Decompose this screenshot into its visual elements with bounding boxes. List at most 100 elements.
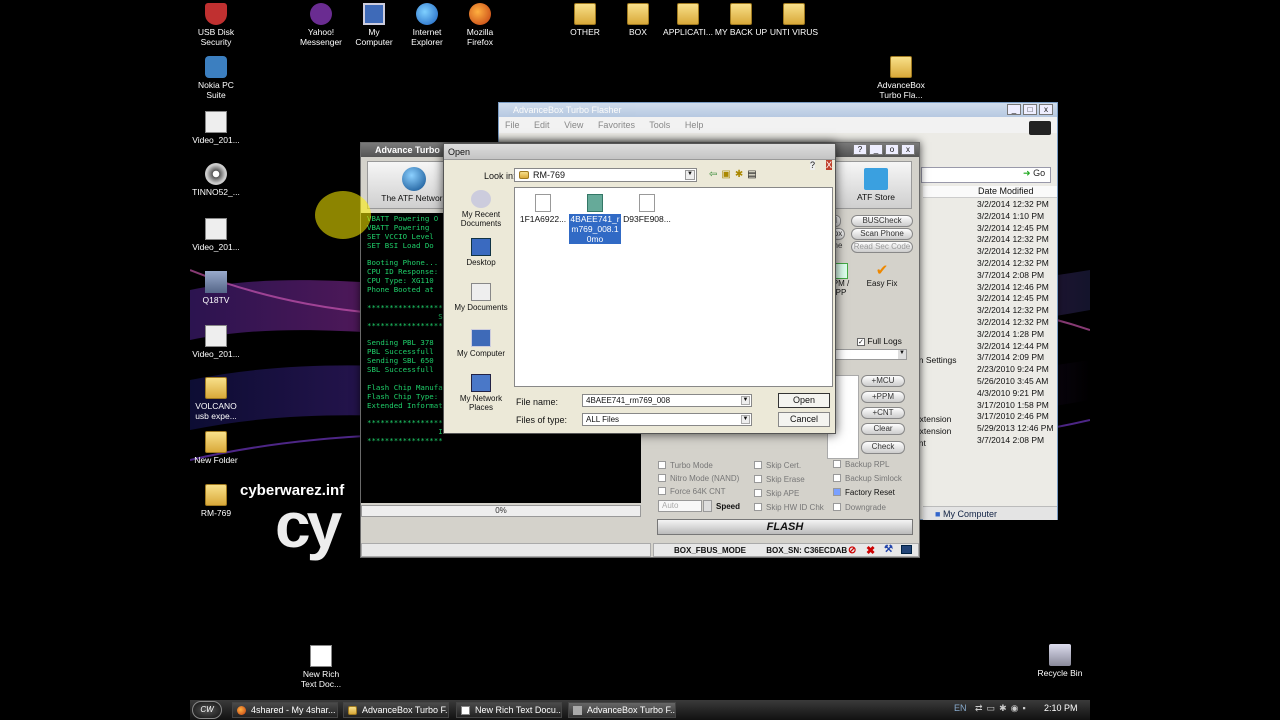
desktop-icon-video-1[interactable]: Video_201... — [190, 111, 249, 145]
close-button[interactable]: X — [825, 160, 832, 170]
maximize-button[interactable]: □ — [1023, 104, 1037, 115]
stop-icon[interactable]: ⊘ — [848, 545, 856, 556]
cancel-x-icon[interactable]: ✖ — [866, 544, 875, 557]
tray-icon[interactable]: ⇄ — [975, 703, 987, 713]
desktop-icon-tinno52[interactable]: TINNO52_... — [190, 163, 249, 197]
bus-check-button[interactable]: BUSCheck — [851, 215, 913, 227]
plus-ppm-button[interactable]: +PPM — [861, 391, 905, 403]
taskbar-item-rich-text[interactable]: New Rich Text Docu... — [456, 702, 562, 718]
go-button[interactable]: ➜ Go — [1023, 168, 1045, 179]
desktop-icon-volcano[interactable]: VOLCANO usb expe... — [190, 377, 249, 421]
atf-help-button[interactable]: ? — [853, 144, 867, 155]
menu-file[interactable]: File — [505, 120, 520, 130]
fragment-dropdown[interactable] — [827, 349, 907, 360]
menu-favorites[interactable]: Favorites — [598, 120, 635, 130]
explorer-window-controls: _ □ x — [1005, 104, 1053, 115]
language-indicator[interactable]: EN — [954, 703, 967, 713]
tools-icon[interactable]: ⚒ — [884, 544, 893, 555]
start-button[interactable]: CW — [192, 701, 222, 719]
plus-cnt-button[interactable]: +CNT — [861, 407, 905, 419]
network-icon[interactable]: ▭ — [987, 703, 1000, 713]
menu-view[interactable]: View — [564, 120, 583, 130]
desktop-icon-q18tv[interactable]: Q18TV — [190, 271, 249, 305]
desktop-icon-video-2[interactable]: Video_201... — [190, 218, 249, 252]
full-logs-checkbox[interactable]: ✓ Full Logs — [857, 336, 902, 346]
file-name-input[interactable]: 4BAEE741_rm769_008 ▼ — [582, 394, 752, 407]
atf-minimize-button[interactable]: _ — [869, 144, 883, 155]
check-button[interactable]: Check — [861, 441, 905, 454]
tray-app-icon[interactable]: ▪ — [1022, 703, 1029, 713]
desktop-icon-recycle-bin[interactable]: Recycle Bin — [1027, 644, 1090, 678]
open-dialog-titlebar[interactable]: Open — [444, 144, 835, 160]
taskbar-item-atf-app[interactable]: AdvanceBox Turbo F... — [568, 702, 676, 718]
taskbar-item-firefox[interactable]: 4shared - My 4shar... — [232, 702, 338, 718]
volume-icon[interactable]: ◉ — [1011, 703, 1023, 713]
option-factory-reset[interactable]: Factory Reset — [833, 488, 895, 497]
explorer-title[interactable]: AdvanceBox Turbo Flasher — [499, 103, 1057, 117]
desktop-icon-usb-disk-security[interactable]: USB Disk Security — [190, 3, 249, 47]
desktop-icon-advancebox-turbo-flasher[interactable]: AdvanceBox Turbo Fla... — [868, 56, 934, 100]
files-of-type-select[interactable]: ALL Files ▼ — [582, 413, 752, 426]
option-backup-rpl[interactable]: Backup RPL — [833, 460, 889, 469]
look-in-dropdown[interactable]: RM-769 ▼ — [514, 168, 697, 182]
flash-button[interactable]: FLASH — [657, 519, 913, 535]
bluetooth-icon[interactable]: ✱ — [999, 703, 1011, 713]
open-file-dialog[interactable]: Open ? X Look in: RM-769 ▼ ⇦▣✱▤ My Recent… — [443, 143, 836, 434]
option-turbo-mode[interactable]: Turbo Mode — [658, 461, 713, 470]
close-button[interactable]: x — [1039, 104, 1053, 115]
desktop-icon-new-folder[interactable]: New Folder — [190, 431, 249, 465]
help-button[interactable]: ? — [809, 160, 815, 170]
option-skip-hw-id-chk[interactable]: Skip HW ID Chk — [754, 503, 824, 512]
date-modified-column-header[interactable]: Date Modified — [923, 186, 1057, 198]
file-list[interactable]: 1F1A6922... 4BAEE741_r m769_008.1 0mo D9… — [514, 187, 833, 387]
new-folder-icon[interactable]: ✱ — [735, 169, 747, 180]
speed-field[interactable]: Auto — [658, 500, 702, 512]
chevron-down-icon: ▼ — [741, 415, 750, 424]
atf-store-button[interactable]: ATF Store — [846, 164, 906, 208]
scan-phone-button[interactable]: Scan Phone — [851, 228, 913, 240]
option-nitro-mode[interactable]: Nitro Mode (NAND) — [658, 474, 739, 483]
screen-icon[interactable] — [901, 545, 912, 554]
option-backup-simlock[interactable]: Backup Simlock — [833, 474, 902, 483]
clock[interactable]: 2:10 PM — [1044, 703, 1078, 713]
option-skip-erase[interactable]: Skip Erase — [754, 475, 805, 484]
back-arrow-icon[interactable]: ⇦ — [709, 169, 721, 180]
menu-edit[interactable]: Edit — [534, 120, 550, 130]
file-item[interactable]: 1F1A6922... — [517, 194, 569, 224]
place-my-documents[interactable]: My Documents — [452, 283, 510, 312]
option-force-64k-cnt[interactable]: Force 64K CNT — [658, 487, 726, 496]
cancel-button[interactable]: Cancel — [778, 412, 830, 427]
open-button[interactable]: Open — [778, 393, 830, 408]
desktop-icon-mozilla-firefox[interactable]: Mozilla Firefox — [447, 3, 513, 47]
desktop-icon-nokia-pc-suite[interactable]: Nokia PC Suite — [190, 56, 249, 100]
atf-settings-button[interactable]: o — [885, 144, 899, 155]
place-my-recent-documents[interactable]: My Recent Documents — [452, 190, 510, 228]
taskbar-item-atf-folder[interactable]: AdvanceBox Turbo F... — [343, 702, 449, 718]
date-modified-cell: 5/29/2013 12:46 PM — [977, 423, 1054, 434]
easy-fix-button[interactable]: ✔ Easy Fix — [864, 263, 900, 289]
up-folder-icon[interactable]: ▣ — [721, 169, 734, 180]
option-skip-ape[interactable]: Skip APE — [754, 489, 799, 498]
desktop-icon-video-3[interactable]: Video_201... — [190, 325, 249, 359]
plus-mcu-button[interactable]: +MCU — [861, 375, 905, 387]
file-item[interactable]: D93FE908... — [621, 194, 673, 224]
clear-button[interactable]: Clear — [861, 423, 905, 435]
place-my-computer[interactable]: My Computer — [452, 329, 510, 358]
atf-app-icon — [573, 706, 582, 715]
desktop-icon-new-rich-text-doc[interactable]: New Rich Text Doc... — [288, 645, 354, 689]
menu-tools[interactable]: Tools — [649, 120, 670, 130]
atf-network-button[interactable]: The ATF Network — [374, 164, 454, 208]
atf-close-button[interactable]: x — [901, 144, 915, 155]
desktop-icon-unti-virus[interactable]: UNTI VIRUS — [761, 3, 827, 37]
view-menu-icon[interactable]: ▤ — [747, 169, 760, 180]
place-desktop[interactable]: Desktop — [452, 238, 510, 267]
file-item-selected[interactable]: 4BAEE741_r m769_008.1 0mo — [569, 194, 621, 244]
place-my-network-places[interactable]: My Network Places — [452, 374, 510, 412]
option-downgrade[interactable]: Downgrade — [833, 503, 886, 512]
speed-spinner[interactable] — [703, 500, 712, 512]
checkbox-icon — [754, 475, 762, 483]
option-skip-cert[interactable]: Skip Cert. — [754, 461, 801, 470]
minimize-button[interactable]: _ — [1007, 104, 1021, 115]
read-sec-code-button[interactable]: Read Sec Code — [851, 241, 913, 253]
menu-help[interactable]: Help — [685, 120, 704, 130]
